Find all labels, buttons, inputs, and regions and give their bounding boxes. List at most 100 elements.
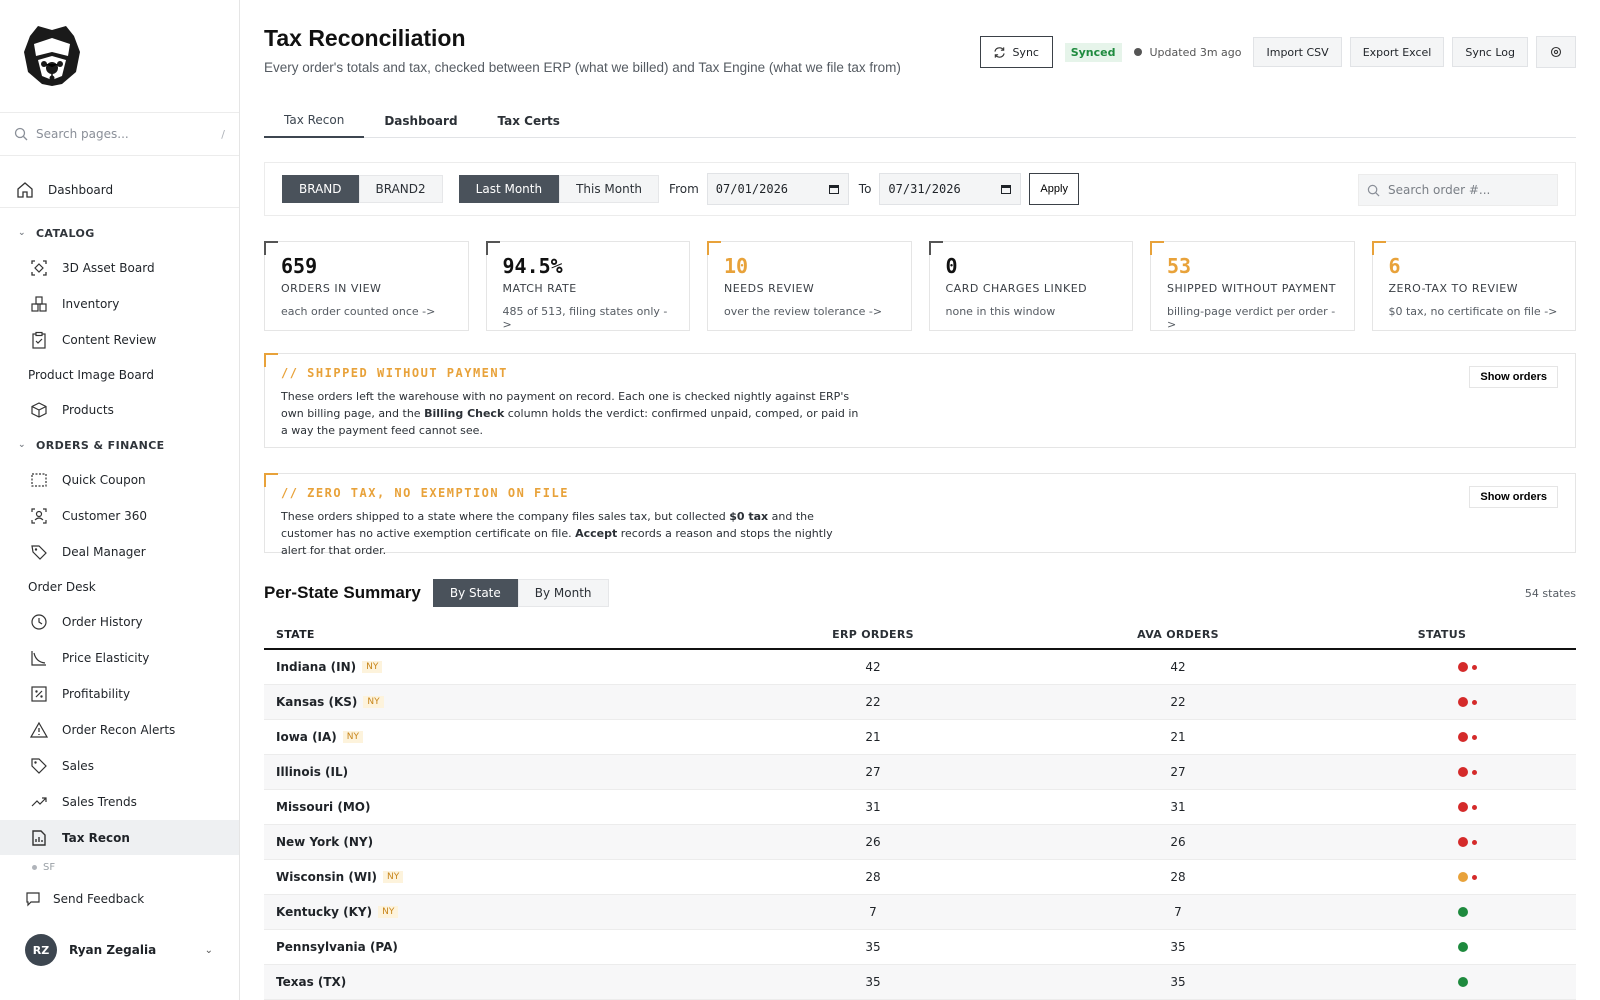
- sidebar-item-order-desk[interactable]: Order Desk: [0, 570, 239, 604]
- from-date-input[interactable]: 07/01/2026: [706, 173, 849, 205]
- sidebar-item-product-image-board[interactable]: Product Image Board: [0, 358, 239, 392]
- table-row[interactable]: New York (NY) 26 26: [264, 825, 1576, 860]
- column-header-state[interactable]: STATE: [264, 628, 720, 641]
- sidebar-item-products[interactable]: Products: [0, 392, 239, 428]
- avatar: RZ: [25, 934, 57, 966]
- table-row[interactable]: Kansas (KS) NY 22 22: [264, 685, 1576, 720]
- export-excel-button[interactable]: Export Excel: [1349, 37, 1445, 67]
- status-indicator: [1458, 662, 1477, 672]
- status-indicator: [1458, 697, 1477, 707]
- alert-dot-icon: [1472, 769, 1477, 775]
- cell-ava-orders: 42: [1170, 660, 1186, 674]
- view-by-state[interactable]: By State: [432, 579, 518, 607]
- to-date-input[interactable]: 07/31/2026: [879, 173, 1022, 205]
- kpi-zero-tax-to-review[interactable]: 6 ZERO-TAX TO REVIEW $0 tax, no certific…: [1371, 241, 1576, 331]
- sidebar-item-label: Sales Trends: [62, 795, 137, 809]
- kpi-match-rate[interactable]: 94.5% MATCH RATE 485 of 513, filing stat…: [485, 241, 690, 331]
- sidebar-search[interactable]: Search pages... /: [0, 112, 239, 156]
- show-orders-button[interactable]: Show orders: [1469, 366, 1558, 388]
- brand-toggle: BRAND BRAND2: [282, 175, 443, 203]
- table-row[interactable]: Texas (TX) 35 35: [264, 965, 1576, 1000]
- brand-option-brand[interactable]: BRAND: [282, 175, 359, 203]
- column-header-erp-orders[interactable]: ERP ORDERS: [720, 628, 1026, 641]
- brand-logo-icon[interactable]: [16, 22, 88, 90]
- sidebar-item-tax-recon[interactable]: Tax Recon: [0, 820, 239, 856]
- alert-text: These orders shipped to a state where th…: [281, 510, 730, 523]
- cell-erp-orders: 28: [865, 870, 881, 884]
- scan-icon: [30, 259, 48, 277]
- sidebar-item-order-history[interactable]: Order History: [0, 604, 239, 640]
- cell-erp-orders: 27: [865, 765, 881, 779]
- state-name: Illinois (IL): [276, 765, 349, 779]
- sidebar-item-profitability[interactable]: Profitability: [0, 676, 239, 712]
- status-dot-icon: [1458, 837, 1468, 847]
- alert-emphasis: Billing Check: [424, 407, 505, 420]
- section-orders-finance[interactable]: ⌄ ORDERS & FINANCE: [0, 428, 239, 462]
- table-row[interactable]: Missouri (MO) 31 31: [264, 790, 1576, 825]
- kpi-label: MATCH RATE: [502, 282, 577, 295]
- settings-button[interactable]: [1536, 36, 1576, 68]
- user-menu[interactable]: RZ Ryan Zegalia ⌄: [0, 925, 239, 975]
- cell-status: [1330, 802, 1576, 812]
- alert-shipped-without-payment: // SHIPPED WITHOUT PAYMENT These orders …: [264, 353, 1576, 448]
- sidebar-search-input[interactable]: Search pages...: [36, 127, 221, 141]
- import-csv-button[interactable]: Import CSV: [1253, 37, 1342, 67]
- kpi-orders-in-view[interactable]: 659 ORDERS IN VIEW each order counted on…: [264, 241, 469, 331]
- period-this-month[interactable]: This Month: [559, 175, 660, 203]
- table-row[interactable]: Pennsylvania (PA) 35 35: [264, 930, 1576, 965]
- cell-status: [1330, 872, 1576, 882]
- sidebar-item-sales[interactable]: Sales: [0, 748, 239, 784]
- sidebar-item-customer-360[interactable]: Customer 360: [0, 498, 239, 534]
- sidebar-item-quick-coupon[interactable]: Quick Coupon: [0, 462, 239, 498]
- sidebar-item-content-review[interactable]: Content Review: [0, 322, 239, 358]
- sidebar-item-inventory[interactable]: Inventory: [0, 286, 239, 322]
- apply-button[interactable]: Apply: [1029, 173, 1079, 205]
- sidebar-item-deal-manager[interactable]: Deal Manager: [0, 534, 239, 570]
- sidebar-item-3d-asset-board[interactable]: 3D Asset Board: [0, 250, 239, 286]
- status-indicator: [1458, 837, 1477, 847]
- header-actions: Sync Synced Updated 3m ago Import CSV Ex…: [979, 36, 1576, 68]
- sidebar-footer: SF Send Feedback RZ Ryan Zegalia ⌄: [0, 855, 239, 1000]
- sidebar-item-sales-trends[interactable]: Sales Trends: [0, 784, 239, 820]
- send-feedback-button[interactable]: Send Feedback: [0, 879, 239, 919]
- table-row[interactable]: Iowa (IA) NY 21 21: [264, 720, 1576, 755]
- period-last-month[interactable]: Last Month: [458, 175, 560, 203]
- column-header-ava-orders[interactable]: AVA ORDERS: [1026, 628, 1330, 641]
- user-scan-icon: [30, 507, 48, 525]
- view-by-month[interactable]: By Month: [517, 579, 609, 607]
- tab-tax-recon[interactable]: Tax Recon: [264, 104, 365, 138]
- cell-status: [1330, 732, 1576, 742]
- kpi-shipped-without-payment[interactable]: 53 SHIPPED WITHOUT PAYMENT billing-page …: [1150, 241, 1355, 331]
- state-name: New York (NY): [276, 835, 374, 849]
- column-header-status[interactable]: STATUS: [1330, 628, 1554, 641]
- sync-log-button[interactable]: Sync Log: [1452, 37, 1528, 67]
- show-orders-button[interactable]: Show orders: [1469, 486, 1558, 508]
- table-row[interactable]: Kentucky (KY) NY 7 7: [264, 895, 1576, 930]
- sidebar-item-price-elasticity[interactable]: Price Elasticity: [0, 640, 239, 676]
- sidebar-nav: Dashboard ⌄ CATALOG 3D Asset Board Invent…: [0, 172, 239, 856]
- sidebar-item-label: Customer 360: [62, 509, 148, 523]
- from-date-value: 07/01/2026: [715, 182, 789, 196]
- sidebar-item-dashboard[interactable]: Dashboard: [0, 172, 239, 208]
- state-name: Kentucky (KY): [276, 905, 373, 919]
- sidebar-item-label: Products: [62, 403, 114, 417]
- section-catalog[interactable]: ⌄ CATALOG: [0, 216, 239, 250]
- refresh-icon: [994, 46, 1006, 58]
- sync-button[interactable]: Sync: [979, 36, 1053, 68]
- order-search-input[interactable]: Search order #...: [1358, 174, 1558, 206]
- tags-icon: [30, 543, 48, 561]
- to-label: To: [858, 182, 872, 196]
- table-header: STATE ERP ORDERS AVA ORDERS STATUS: [264, 620, 1576, 650]
- tab-dashboard[interactable]: Dashboard: [364, 104, 477, 138]
- user-name: Ryan Zegalia: [69, 943, 157, 957]
- sidebar-item-label: 3D Asset Board: [62, 261, 155, 275]
- tab-tax-certs[interactable]: Tax Certs: [478, 104, 580, 138]
- table-row[interactable]: Illinois (IL) 27 27: [264, 755, 1576, 790]
- status-badge: Synced: [1064, 42, 1122, 62]
- table-row[interactable]: Wisconsin (WI) NY 28 28: [264, 860, 1576, 895]
- table-row[interactable]: Indiana (IN) NY 42 42: [264, 650, 1576, 685]
- brand-option-brand2[interactable]: BRAND2: [358, 175, 443, 203]
- sidebar-item-order-recon-alerts[interactable]: Order Recon Alerts: [0, 712, 239, 748]
- cell-status: [1330, 837, 1576, 847]
- kpi-needs-review[interactable]: 10 NEEDS REVIEW over the review toleranc…: [707, 241, 912, 331]
